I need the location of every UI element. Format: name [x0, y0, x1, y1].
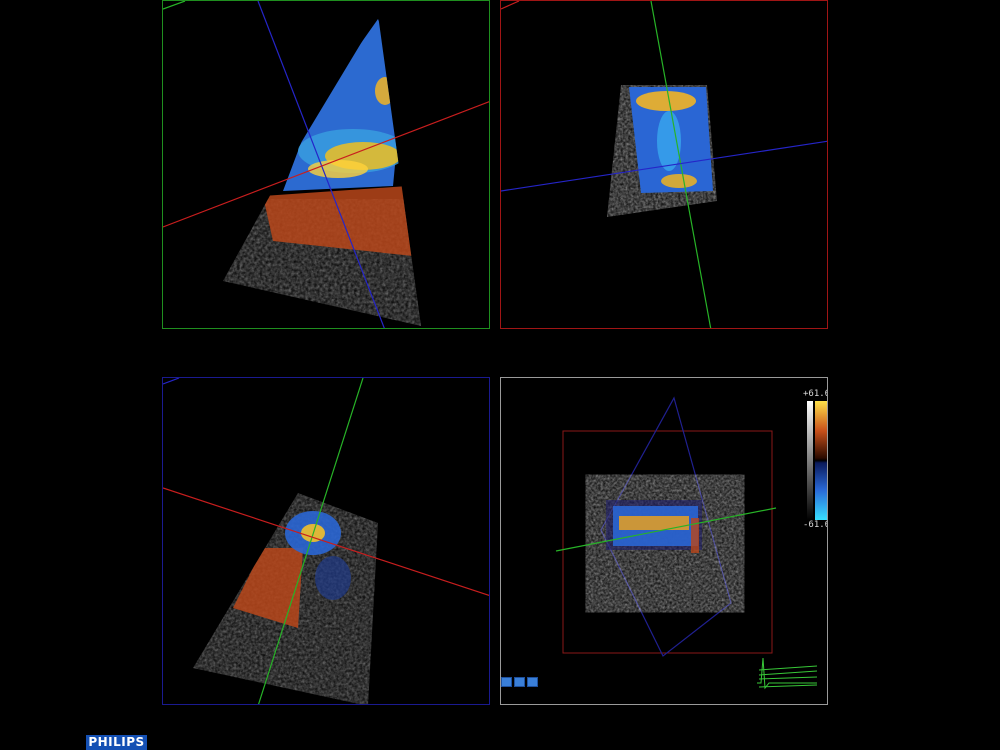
color-scale-min: -61.6	[803, 520, 828, 530]
mpr-image-red	[501, 1, 827, 328]
volume-render-pane[interactable]: +61.6 -61.6	[500, 377, 828, 705]
box-view-icon[interactable]	[514, 677, 525, 687]
cube-view-icon[interactable]	[501, 677, 512, 687]
plane-line-blue[interactable]	[163, 378, 180, 385]
color-scale-bar	[807, 401, 827, 520]
color-scale-max: +61.6	[803, 389, 828, 399]
box-view-icon[interactable]	[527, 677, 538, 687]
plane-line-green[interactable]	[163, 1, 186, 10]
plane-line-red[interactable]	[501, 1, 520, 10]
mpr-pane-blue[interactable]	[162, 377, 490, 705]
mpr-image-blue	[163, 378, 489, 704]
ecg-trace-icon	[757, 657, 818, 690]
mpr-image-green	[163, 1, 489, 328]
volume-render-image	[555, 396, 818, 690]
view-toolbar	[501, 677, 538, 687]
mpr-pane-red[interactable]	[500, 0, 828, 329]
mpr-pane-green[interactable]	[162, 0, 490, 329]
brand-logo: PHILIPS	[86, 735, 147, 750]
